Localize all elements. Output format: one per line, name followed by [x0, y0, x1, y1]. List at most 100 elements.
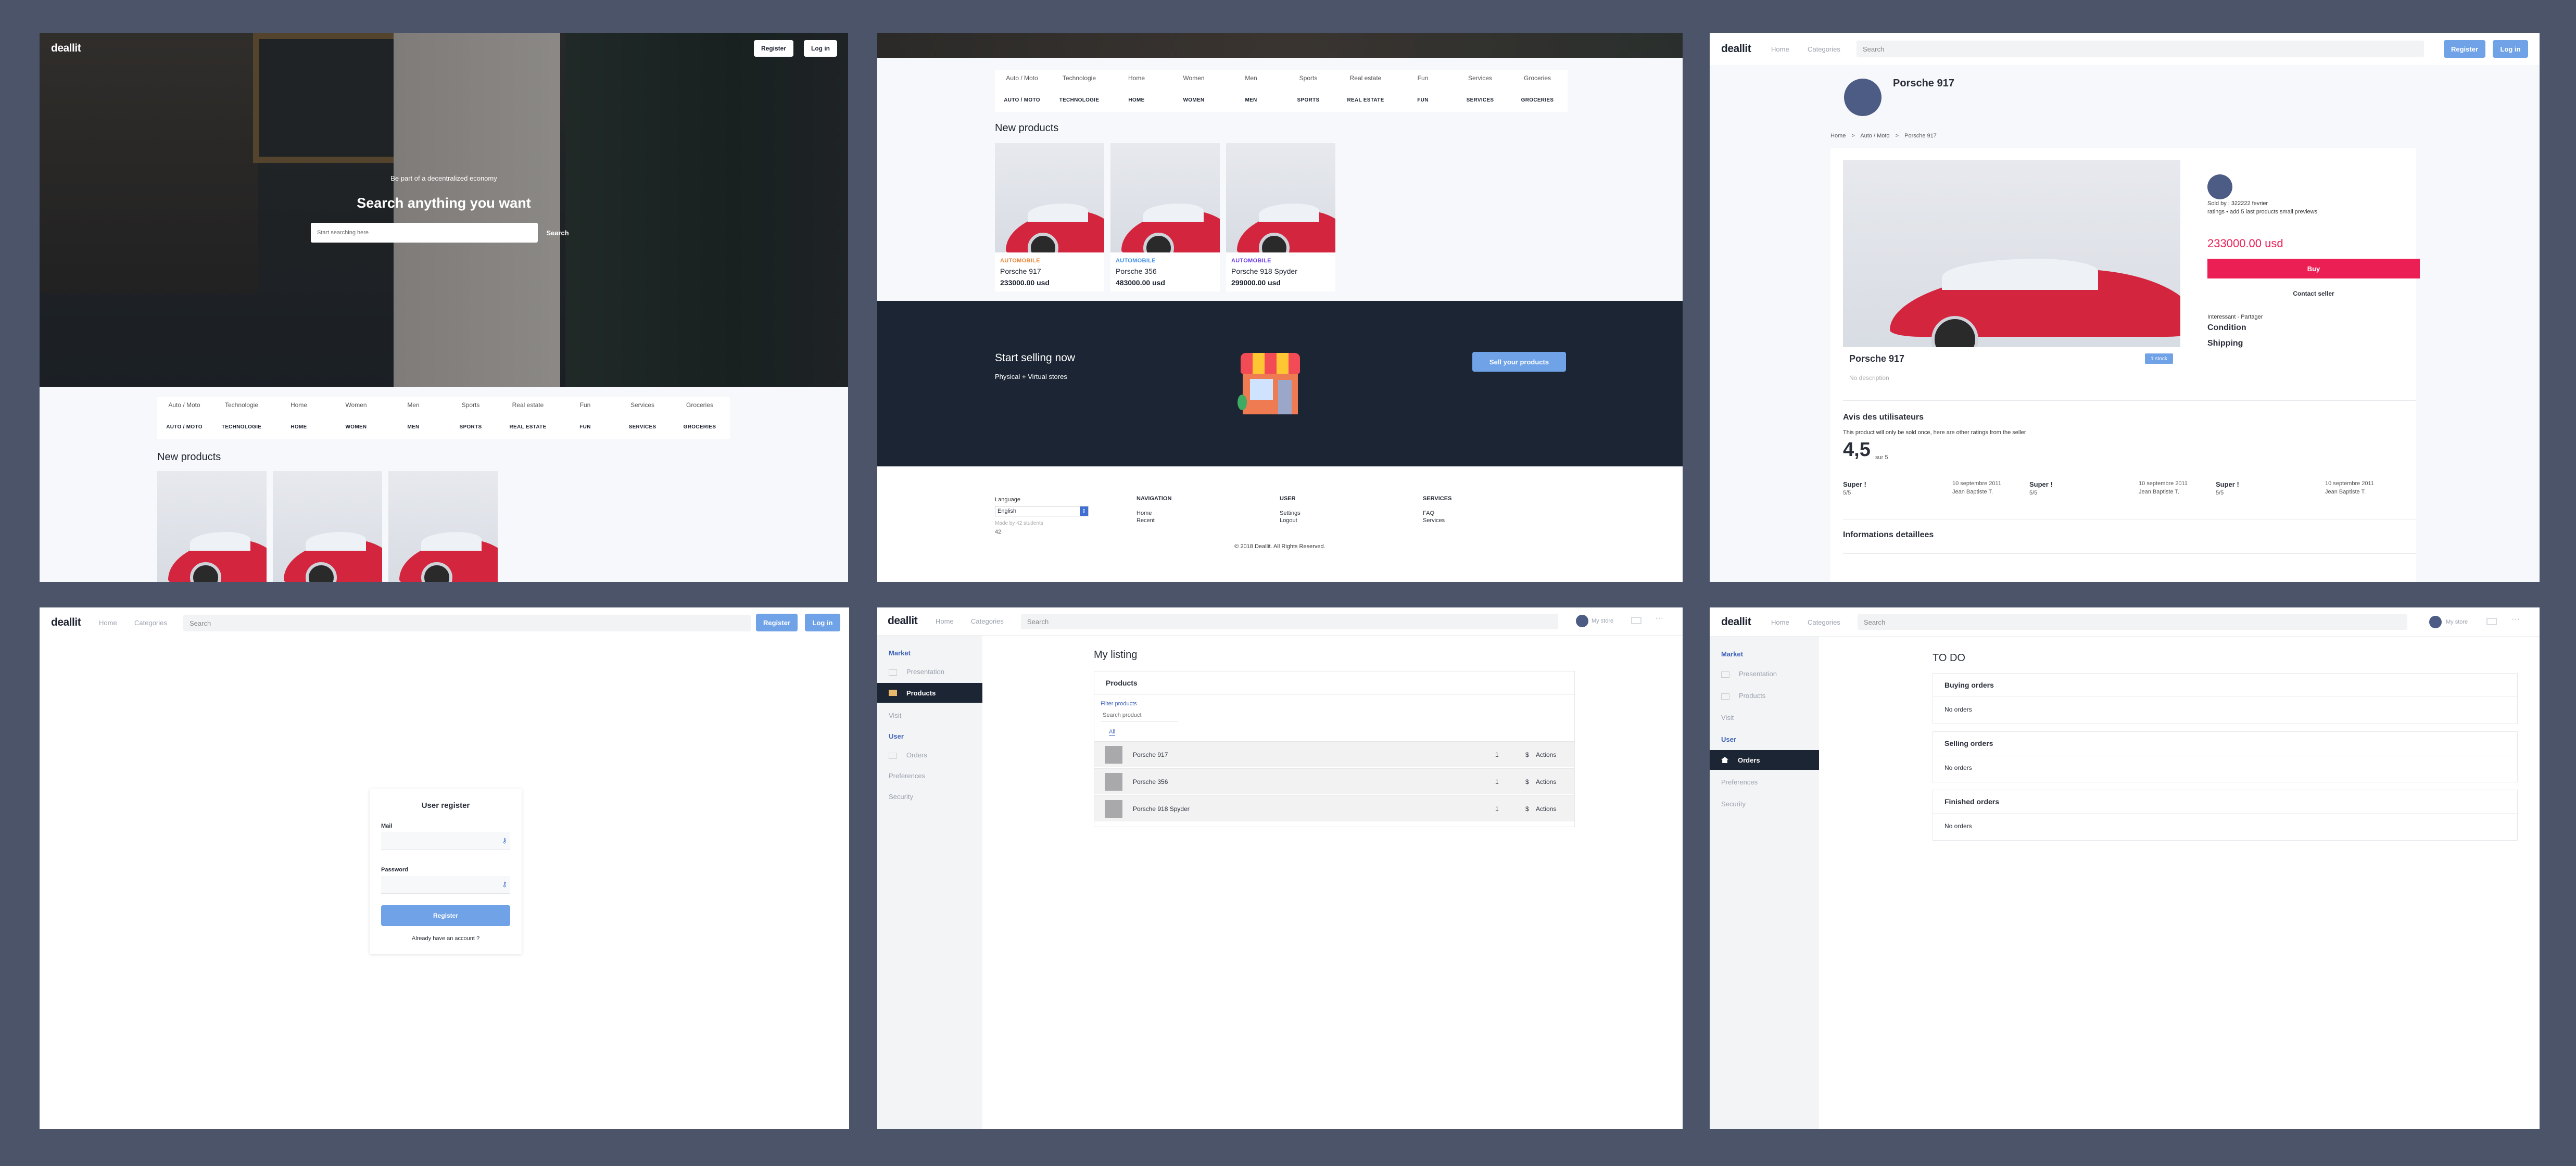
more-icon[interactable]: ··· [2511, 615, 2520, 624]
product-image[interactable] [157, 471, 267, 582]
category-item[interactable]: Services SERVICES [620, 401, 665, 430]
footer-link-logout[interactable]: Logout [1280, 517, 1297, 524]
product-image[interactable] [388, 471, 498, 582]
sidebar-item-security[interactable]: Security [1721, 800, 1746, 808]
search-input[interactable]: Search [183, 615, 751, 631]
mail-icon[interactable] [2486, 618, 2497, 625]
my-store-link[interactable]: My store [2446, 619, 2468, 625]
login-button[interactable]: Log in [804, 40, 837, 57]
category-item[interactable]: Real estate REAL ESTATE [505, 401, 551, 430]
category-item[interactable]: Auto / Moto AUTO / MOTO [161, 401, 207, 430]
contact-seller-button[interactable]: Contact seller [2207, 285, 2420, 302]
category-item[interactable]: Home HOME [1114, 74, 1159, 103]
category-item[interactable]: Groceries GROCERIES [677, 401, 723, 430]
sidebar-item-preferences[interactable]: Preferences [1721, 778, 1758, 786]
sidebar-item-presentation[interactable]: Presentation [889, 668, 944, 676]
mail-field[interactable]: ⚷ [381, 832, 510, 850]
sidebar-item-visit[interactable]: Visit [889, 712, 901, 719]
more-icon[interactable]: ··· [1655, 614, 1663, 623]
breadcrumb-home[interactable]: Home [1830, 133, 1846, 139]
login-button[interactable]: Log in [2493, 40, 2528, 58]
table-row[interactable]: Porsche 917 1 $ Actions [1094, 741, 1574, 767]
sidebar-item-visit[interactable]: Visit [1721, 714, 1734, 721]
search-input[interactable]: Search [1021, 614, 1558, 629]
brand-logo[interactable]: deallit [888, 615, 918, 627]
footer-link-services[interactable]: Services [1423, 517, 1445, 524]
sidebar-item-products[interactable]: Products [877, 683, 982, 703]
table-row[interactable]: Porsche 356 1 $ Actions [1094, 768, 1574, 794]
sidebar-item-orders[interactable]: Orders [1710, 750, 1819, 770]
buy-button[interactable]: Buy [2207, 259, 2420, 278]
sidebar-item-presentation[interactable]: Presentation [1721, 670, 1777, 678]
mail-icon[interactable] [1631, 617, 1641, 624]
footer-link-settings[interactable]: Settings [1280, 510, 1300, 516]
category-item[interactable]: Services SERVICES [1457, 74, 1503, 103]
category-item[interactable]: Fun FUN [1400, 74, 1446, 103]
password-field[interactable]: ⚷ [381, 876, 510, 894]
nav-categories[interactable]: Categories [971, 617, 1004, 625]
brand-logo[interactable]: deallit [1721, 43, 1751, 55]
my-store-link[interactable]: My store [1592, 618, 1613, 624]
footer-link-recent[interactable]: Recent [1137, 517, 1155, 524]
search-input[interactable]: Search [1857, 41, 2424, 57]
login-link[interactable]: Already have an account ? [370, 935, 522, 942]
category-item[interactable]: Sports SPORTS [448, 401, 494, 430]
sidebar-item-products[interactable]: Products [1721, 692, 1765, 700]
product-card[interactable]: AUTOMOBILE Porsche 917 233000.00 usd [995, 143, 1104, 292]
category-item[interactable]: Women WOMEN [333, 401, 379, 430]
nav-home[interactable]: Home [1771, 618, 1789, 626]
category-item[interactable]: Sports SPORTS [1285, 74, 1331, 103]
nav-home[interactable]: Home [99, 619, 117, 627]
sidebar-item-security[interactable]: Security [889, 793, 913, 801]
register-submit-button[interactable]: Register [381, 905, 510, 926]
table-row[interactable]: Porsche 918 Spyder 1 $ Actions [1094, 795, 1574, 821]
product-image[interactable] [1226, 143, 1335, 252]
hero-search-input[interactable]: Start searching here [311, 223, 538, 243]
category-item[interactable]: Technologie TECHNOLOGIE [219, 401, 264, 430]
product-card[interactable]: AUTOMOBILE Porsche 356 483000.00 usd [1110, 143, 1220, 292]
footer-link-home[interactable]: Home [1137, 510, 1152, 516]
category-item[interactable]: Fun FUN [562, 401, 608, 430]
product-image[interactable] [995, 143, 1104, 252]
category-item[interactable]: Men MEN [390, 401, 436, 430]
brand-logo[interactable]: deallit [51, 616, 81, 629]
category-item[interactable]: Women WOMEN [1171, 74, 1217, 103]
register-button[interactable]: Register [756, 614, 798, 631]
tab-all[interactable]: All [1109, 729, 1116, 736]
sell-products-button[interactable]: Sell your products [1472, 352, 1566, 372]
nav-categories[interactable]: Categories [1808, 45, 1840, 53]
filter-input[interactable]: Search product [1101, 709, 1178, 721]
user-avatar[interactable] [2429, 616, 2442, 628]
nav-categories[interactable]: Categories [134, 619, 167, 627]
row-product-name: Porsche 356 [1133, 778, 1168, 785]
nav-home[interactable]: Home [1771, 45, 1789, 53]
login-button[interactable]: Log in [805, 614, 840, 631]
sidebar-item-preferences[interactable]: Preferences [889, 772, 925, 780]
user-avatar[interactable] [1576, 615, 1588, 627]
category-item[interactable]: Technologie TECHNOLOGIE [1056, 74, 1102, 103]
hero-search-button[interactable]: Search [542, 223, 573, 243]
row-actions-button[interactable]: Actions [1536, 805, 1556, 813]
brand-logo[interactable]: deallit [1721, 616, 1751, 628]
category-item[interactable]: Auto / Moto AUTO / MOTO [999, 74, 1045, 103]
category-item[interactable]: Real estate REAL ESTATE [1343, 74, 1388, 103]
breadcrumb-category[interactable]: Auto / Moto [1860, 133, 1889, 139]
product-image[interactable] [273, 471, 382, 582]
search-input[interactable]: Search [1858, 614, 2407, 630]
brand-logo[interactable]: deallit [51, 42, 81, 55]
nav-categories[interactable]: Categories [1808, 618, 1840, 626]
row-actions-button[interactable]: Actions [1536, 778, 1556, 785]
footer-link-faq[interactable]: FAQ [1423, 510, 1434, 516]
category-item[interactable]: Groceries GROCERIES [1514, 74, 1560, 103]
nav-home[interactable]: Home [936, 617, 954, 625]
row-actions-button[interactable]: Actions [1536, 751, 1556, 758]
register-button[interactable]: Register [754, 40, 793, 57]
product-card[interactable]: AUTOMOBILE Porsche 918 Spyder 299000.00 us… [1226, 143, 1335, 292]
category-item[interactable]: Men MEN [1228, 74, 1274, 103]
category-item[interactable]: Home HOME [276, 401, 322, 430]
language-select[interactable]: English ⇕ [995, 506, 1089, 516]
seller-line[interactable]: Sold by : 322222 fevrier [2207, 200, 2268, 207]
product-image[interactable] [1110, 143, 1220, 252]
sidebar-item-orders[interactable]: Orders [889, 751, 927, 759]
register-button[interactable]: Register [2444, 40, 2485, 58]
